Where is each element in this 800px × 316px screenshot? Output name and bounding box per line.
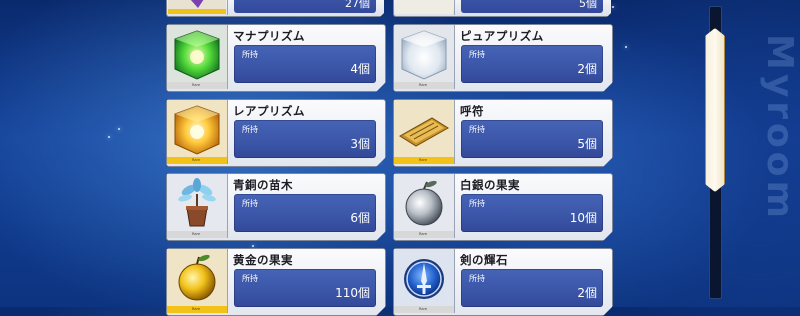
item-card-golden-fruit[interactable]: Rare 黄金の果実 所持 110個 — [166, 248, 386, 316]
owned-label: 所持 — [242, 199, 258, 208]
item-card-saber-gem[interactable]: Rare 剣の輝石 所持 2個 — [393, 248, 613, 316]
purple-item-icon — [168, 0, 226, 14]
golden-fruit-icon — [167, 249, 227, 313]
item-count: 5個 — [577, 137, 597, 151]
owned-label: 所持 — [469, 199, 485, 208]
owned-box: 所持 3個 — [234, 120, 376, 158]
item-card-rare-prism[interactable]: Rare レアプリズム 所持 3個 — [166, 99, 386, 167]
item-name: レアプリズム — [233, 104, 305, 118]
item-icon — [395, 0, 453, 14]
saber-gem-icon — [394, 249, 454, 313]
item-card-pure-prism[interactable]: Rare ピュアプリズム 所持 2個 — [393, 24, 613, 92]
item-count: 4個 — [350, 62, 370, 76]
item-card-mana-prism[interactable]: Rare マナプリズム 所持 4個 — [166, 24, 386, 92]
rare-label: Rare — [192, 83, 201, 87]
gold-cube-icon — [167, 100, 227, 164]
item-count: 10個 — [569, 211, 597, 225]
item-card-partial[interactable]: 5個 — [393, 0, 611, 17]
rare-label: Rare — [192, 158, 201, 162]
owned-label: 所持 — [469, 50, 485, 59]
rare-label: Rare — [192, 307, 201, 311]
item-name: 呼符 — [460, 104, 484, 118]
item-name: 剣の輝石 — [460, 253, 508, 267]
item-name: 白銀の果実 — [460, 178, 520, 192]
owned-box: 所持 2個 — [461, 45, 603, 83]
item-card-partial[interactable]: 27個 — [166, 0, 384, 17]
owned-label: 所持 — [242, 274, 258, 283]
owned-box: 所持 110個 — [234, 269, 376, 307]
item-count: 6個 — [350, 211, 370, 225]
scrollbar-thumb[interactable] — [705, 28, 725, 192]
owned-box: 所持 10個 — [461, 194, 603, 232]
item-name: 青銅の苗木 — [233, 178, 293, 192]
item-count: 2個 — [577, 62, 597, 76]
owned-box: 所持 5個 — [461, 120, 603, 158]
item-name: マナプリズム — [233, 29, 305, 43]
rare-label: Rare — [419, 83, 428, 87]
rare-label: Rare — [419, 232, 428, 236]
item-name: ピュアプリズム — [460, 29, 544, 43]
white-cube-icon — [394, 25, 454, 89]
rare-label: Rare — [419, 158, 428, 162]
item-count: 110個 — [335, 286, 370, 300]
item-count: 2個 — [577, 286, 597, 300]
owned-box: 所持 4個 — [234, 45, 376, 83]
rare-label: Rare — [192, 232, 201, 236]
item-card-silver-fruit[interactable]: Rare 白銀の果実 所持 10個 — [393, 173, 613, 241]
bronze-sapling-icon — [167, 174, 227, 238]
owned-label: 所持 — [469, 125, 485, 134]
owned-label: 所持 — [242, 50, 258, 59]
silver-fruit-icon — [394, 174, 454, 238]
rare-label: Rare — [419, 307, 428, 311]
summon-ticket-icon — [394, 100, 454, 164]
owned-box: 所持 6個 — [234, 194, 376, 232]
item-count: 3個 — [350, 137, 370, 151]
owned-box: 所持 2個 — [461, 269, 603, 307]
green-cube-icon — [167, 25, 227, 89]
item-name: 黄金の果実 — [233, 253, 293, 267]
owned-label: 所持 — [242, 125, 258, 134]
item-count: 5個 — [579, 0, 597, 10]
item-count: 27個 — [345, 0, 370, 10]
item-card-summon-ticket[interactable]: Rare 呼符 所持 5個 — [393, 99, 613, 167]
item-card-bronze-sapling[interactable]: Rare 青銅の苗木 所持 6個 — [166, 173, 386, 241]
owned-label: 所持 — [469, 274, 485, 283]
item-grid: 27個 5個 Rare マナプリズム 所持 4個 Rare ピュアプリズム 所持… — [0, 0, 800, 307]
